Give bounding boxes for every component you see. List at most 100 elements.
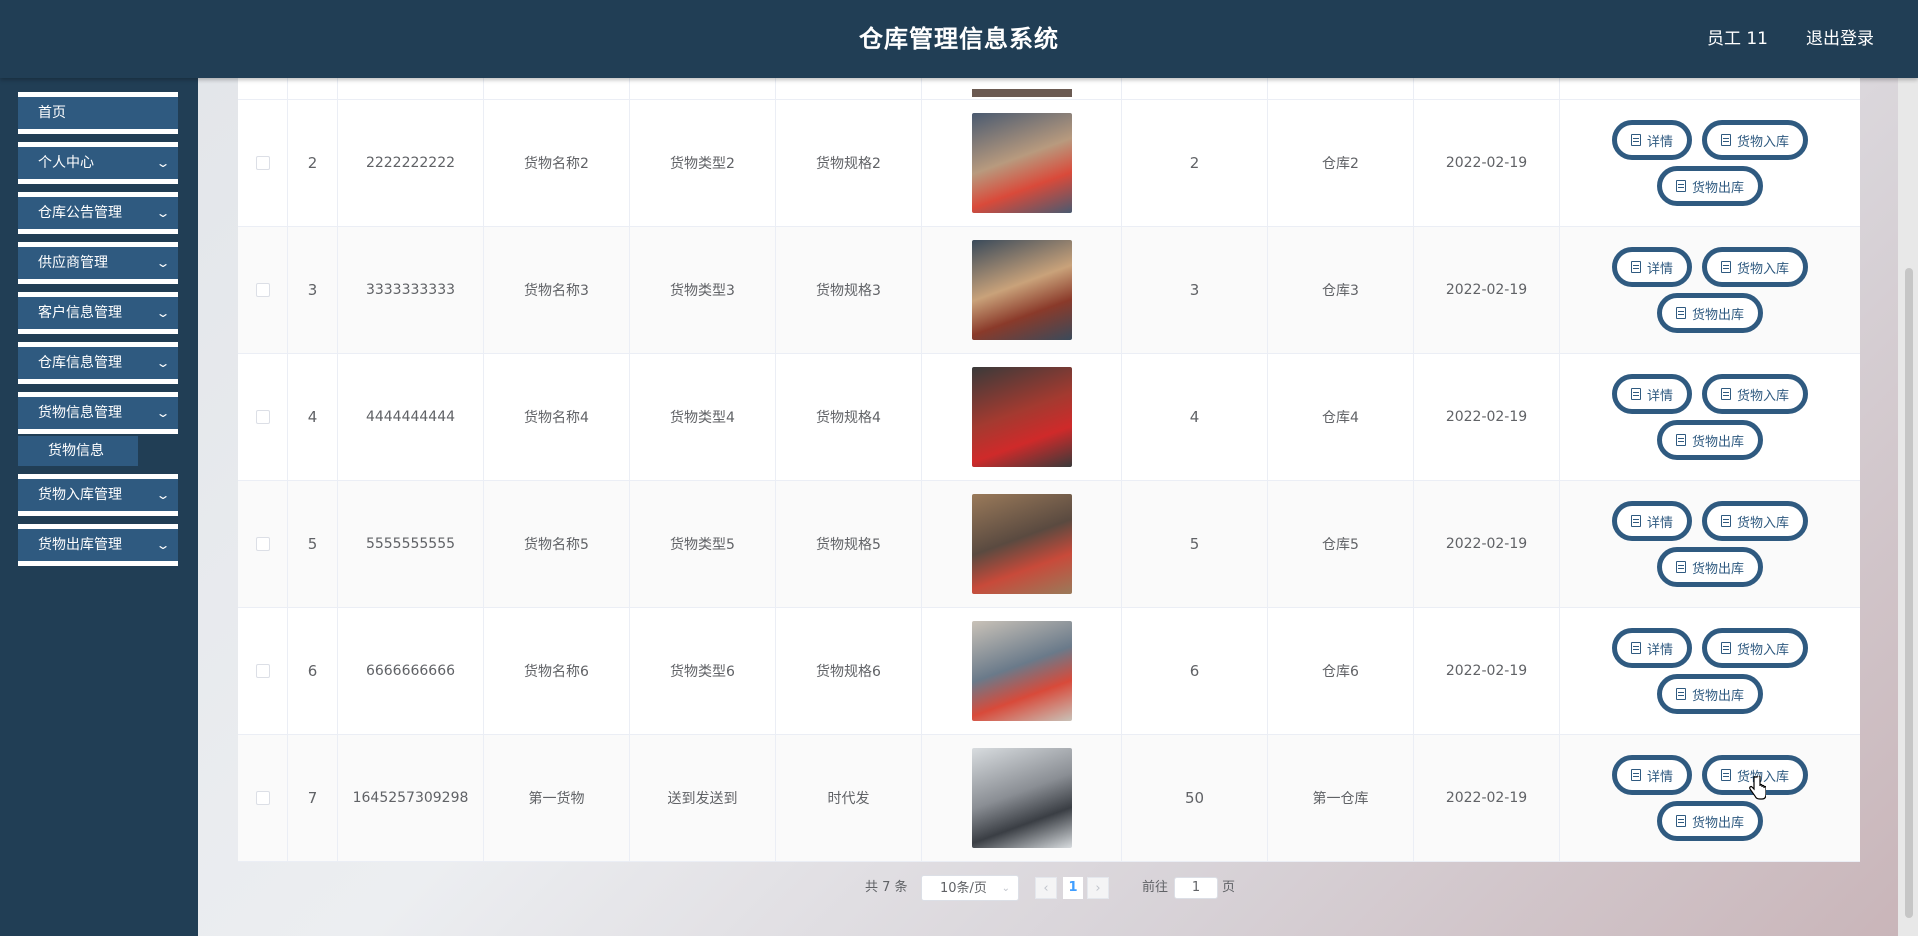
vertical-scrollbar[interactable] (1898, 78, 1918, 936)
chevron-down-icon: ⌄ (155, 406, 171, 420)
document-icon (1721, 134, 1731, 146)
goods-image-cell (922, 608, 1122, 734)
goods-image (971, 748, 1072, 848)
goods-type: 送到发送到 (630, 735, 776, 861)
row-index: 6 (288, 608, 338, 734)
sidebar-item-label: 仓库公告管理 (38, 205, 122, 221)
inbound-button[interactable]: 货物入库 (1702, 120, 1809, 160)
document-icon (1630, 134, 1641, 146)
outbound-button[interactable]: 货物出库 (1656, 293, 1763, 333)
outbound-button[interactable]: 货物出库 (1656, 166, 1763, 206)
goods-image (971, 494, 1072, 594)
sidebar-item-notices[interactable]: 仓库公告管理 ⌄ (18, 192, 178, 234)
select-checkbox-cell (238, 608, 288, 734)
detail-button[interactable]: 详情 (1611, 755, 1692, 795)
sidebar-item-warehouses[interactable]: 仓库信息管理 ⌄ (18, 342, 178, 384)
next-page-button[interactable]: › (1087, 877, 1109, 899)
app-title: 仓库管理信息系统 (859, 25, 1059, 53)
inbound-button-label: 货物入库 (1737, 134, 1790, 150)
scrollbar-thumb[interactable] (1905, 268, 1913, 918)
goods-name: 货物名称4 (484, 354, 630, 480)
document-icon (1721, 261, 1731, 273)
row-index: 5 (288, 481, 338, 607)
goods-code: 3333333333 (338, 227, 484, 353)
document-icon (1630, 261, 1641, 273)
goto-page-input[interactable] (1174, 877, 1218, 899)
inbound-button[interactable]: 货物入库 (1702, 501, 1809, 541)
goods-spec: 货物规格5 (776, 481, 922, 607)
goods-quantity: 6 (1122, 608, 1268, 734)
outbound-button[interactable]: 货物出库 (1656, 420, 1763, 460)
sidebar-item-suppliers[interactable]: 供应商管理 ⌄ (18, 242, 178, 284)
goods-date: 2022-02-19 (1414, 354, 1560, 480)
inbound-button[interactable]: 货物入库 (1702, 374, 1809, 414)
outbound-button-label: 货物出库 (1691, 180, 1744, 196)
row-checkbox[interactable] (255, 537, 270, 551)
inbound-button[interactable]: 货物入库 (1702, 247, 1809, 287)
goods-image (971, 240, 1072, 340)
inbound-button-label: 货物入库 (1737, 515, 1790, 531)
chevron-down-icon: ⌄ (155, 256, 171, 270)
goods-code: 6666666666 (338, 608, 484, 734)
goods-date: 2022-02-19 (1414, 735, 1560, 861)
table-row: 7 1645257309298 第一货物 送到发送到 时代发 50 第一仓库 2022-02-… (238, 735, 1860, 862)
sidebar-subitem-goods-info[interactable]: 货物信息 (18, 436, 138, 466)
row-actions: 详情 货物入库 货物出库 (1560, 481, 1860, 607)
sidebar-item-goods[interactable]: 货物信息管理 ⌄ (18, 392, 178, 434)
select-checkbox-cell (238, 100, 288, 226)
row-checkbox[interactable] (255, 664, 270, 678)
goods-type: 货物类型4 (630, 354, 776, 480)
top-bar: 仓库管理信息系统 员工 11 退出登录 (0, 0, 1918, 78)
goods-warehouse: 仓库5 (1268, 481, 1414, 607)
inbound-button[interactable]: 货物入库 (1702, 628, 1809, 668)
detail-button[interactable]: 详情 (1611, 501, 1692, 541)
goods-image (971, 367, 1072, 467)
detail-button[interactable]: 详情 (1611, 247, 1692, 287)
row-checkbox[interactable] (255, 410, 270, 424)
table-row-partial (238, 78, 1860, 100)
table-row: 4 4444444444 货物名称4 货物类型4 货物规格4 4 仓库4 2022-02-19… (238, 354, 1860, 481)
outbound-button[interactable]: 货物出库 (1656, 547, 1763, 587)
detail-button[interactable]: 详情 (1611, 120, 1692, 160)
page-number[interactable]: 1 (1063, 877, 1083, 899)
goods-code: 1645257309298 (338, 735, 484, 861)
detail-button[interactable]: 详情 (1611, 628, 1692, 668)
chevron-down-icon: ⌄ (155, 538, 171, 552)
document-icon (1721, 388, 1731, 400)
sidebar-item-label: 供应商管理 (38, 255, 108, 271)
detail-button[interactable]: 详情 (1611, 374, 1692, 414)
goods-image-cell (922, 354, 1122, 480)
sidebar-item-personal[interactable]: 个人中心 ⌄ (18, 142, 178, 184)
chevron-down-icon: ⌄ (155, 156, 171, 170)
table-row: 6 6666666666 货物名称6 货物类型6 货物规格6 6 仓库6 2022-02-19… (238, 608, 1860, 735)
outbound-button[interactable]: 货物出库 (1656, 801, 1763, 841)
chevron-down-icon: ⌄ (155, 206, 171, 220)
table-row: 5 5555555555 货物名称5 货物类型5 货物规格5 5 仓库5 2022-02-19… (238, 481, 1860, 608)
row-checkbox[interactable] (255, 156, 270, 170)
sidebar-item-label: 货物出库管理 (38, 537, 122, 553)
sidebar-item-outbound[interactable]: 货物出库管理 ⌄ (18, 524, 178, 566)
prev-page-button[interactable]: ‹ (1035, 877, 1057, 899)
outbound-button[interactable]: 货物出库 (1656, 674, 1763, 714)
row-actions: 详情 货物入库 货物出库 (1560, 354, 1860, 480)
sidebar-item-inbound[interactable]: 货物入库管理 ⌄ (18, 474, 178, 516)
goods-spec: 货物规格3 (776, 227, 922, 353)
sidebar-item-label: 货物入库管理 (38, 487, 122, 503)
page-size-select[interactable]: 10条/页 ⌄ (921, 875, 1019, 901)
goods-warehouse: 仓库6 (1268, 608, 1414, 734)
sidebar-item-label: 首页 (38, 105, 66, 121)
row-checkbox[interactable] (255, 283, 270, 297)
goods-date: 2022-02-19 (1414, 481, 1560, 607)
select-checkbox-cell (238, 227, 288, 353)
document-icon (1721, 769, 1731, 781)
sidebar-item-home[interactable]: 首页 (18, 92, 178, 134)
goods-code: 2222222222 (338, 100, 484, 226)
logout-button[interactable]: 退出登录 (1806, 0, 1874, 78)
sidebar-item-customers[interactable]: 客户信息管理 ⌄ (18, 292, 178, 334)
row-checkbox[interactable] (255, 791, 270, 805)
chevron-down-icon: ⌄ (155, 356, 171, 370)
inbound-button-label: 货物入库 (1737, 388, 1790, 404)
goods-image (971, 88, 1072, 97)
inbound-button-label: 货物入库 (1737, 261, 1790, 277)
document-icon (1630, 515, 1641, 527)
